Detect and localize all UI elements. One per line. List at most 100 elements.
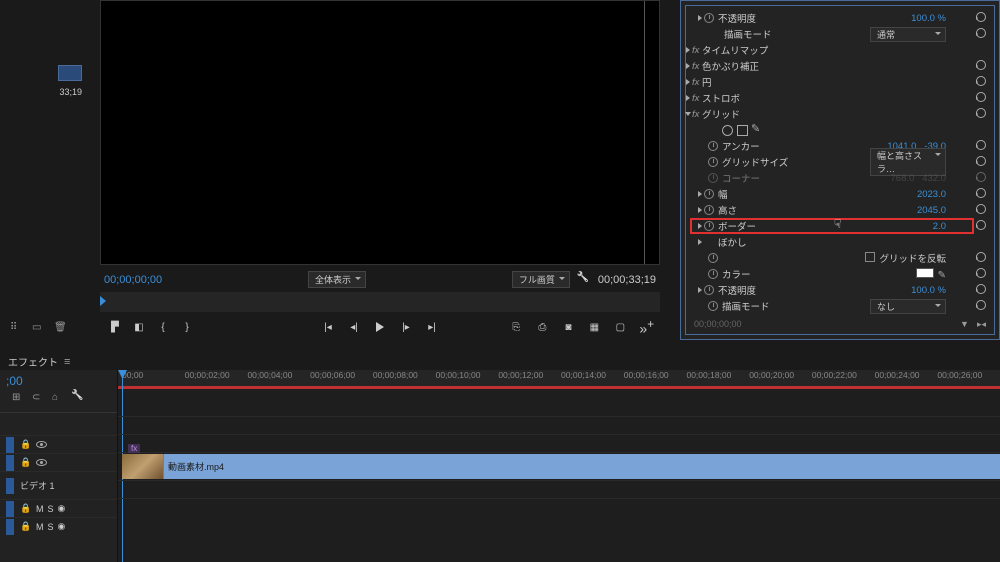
mark-in-icon[interactable]: ◧ bbox=[132, 320, 146, 334]
delete-icon[interactable]: 🗑 bbox=[54, 322, 68, 336]
width-value[interactable]: 2023.0 bbox=[917, 189, 946, 200]
playhead-marker-icon[interactable] bbox=[100, 296, 106, 306]
circle-effect[interactable]: 円 bbox=[702, 75, 712, 89]
project-toolbar: ⠿ ▭ 🗑 bbox=[0, 316, 78, 342]
track-target[interactable] bbox=[6, 501, 14, 517]
strobe-effect[interactable]: ストロボ bbox=[702, 91, 740, 105]
go-to-out-icon[interactable]: ▸| bbox=[425, 320, 439, 334]
track-lock-icon[interactable]: 🔒 bbox=[20, 439, 32, 451]
reset-icon[interactable] bbox=[976, 156, 986, 169]
voiceover-icon[interactable]: ◉ bbox=[58, 503, 66, 514]
timeline-settings-icon[interactable] bbox=[72, 392, 84, 404]
reset-icon[interactable] bbox=[976, 300, 986, 313]
track-target[interactable] bbox=[6, 437, 14, 453]
comparison-icon[interactable]: ▦ bbox=[587, 320, 601, 334]
mark-clip-icon[interactable]: } bbox=[180, 320, 194, 334]
grid-effect[interactable]: グリッド bbox=[702, 107, 740, 121]
extract-icon[interactable]: ⎙ bbox=[535, 320, 549, 334]
invert-checkbox[interactable] bbox=[865, 252, 875, 262]
solo-button[interactable]: S bbox=[48, 504, 54, 514]
mute-button[interactable]: M bbox=[36, 522, 44, 532]
reset-icon[interactable] bbox=[976, 268, 986, 281]
linked-selection-icon[interactable]: ⊂ bbox=[32, 392, 44, 404]
eyedropper-icon[interactable]: ✎ bbox=[938, 270, 946, 281]
filter-icon[interactable]: ▼ bbox=[960, 319, 969, 330]
corner-label: コーナー bbox=[722, 171, 760, 185]
timeline-timecode[interactable]: ;00 bbox=[6, 374, 111, 388]
button-editor-icon[interactable]: »+ bbox=[639, 318, 654, 337]
reset-icon[interactable] bbox=[976, 140, 986, 153]
blur-label[interactable]: ぼかし bbox=[718, 235, 747, 249]
program-monitor: 00;00;00;00 全体表示 フル画質 00;00;33;19 ▛ ◧ { … bbox=[100, 0, 660, 340]
height-value[interactable]: 2045.0 bbox=[917, 205, 946, 216]
reset-icon[interactable] bbox=[976, 188, 986, 201]
reset-icon[interactable] bbox=[976, 204, 986, 217]
reset-icon[interactable] bbox=[976, 28, 986, 41]
track-visibility-icon[interactable] bbox=[36, 459, 47, 466]
step-forward-icon[interactable]: |▸ bbox=[399, 320, 413, 334]
track-lock-icon[interactable]: 🔒 bbox=[20, 457, 32, 469]
track-target[interactable] bbox=[6, 478, 14, 494]
reset-icon[interactable] bbox=[976, 92, 986, 105]
grid-blend-label: 描画モード bbox=[722, 299, 770, 313]
fx-timeline-timecode[interactable]: 00;00;00;00 bbox=[694, 319, 742, 330]
reset-icon[interactable] bbox=[976, 172, 986, 185]
reset-icon[interactable] bbox=[976, 108, 986, 121]
reset-icon[interactable] bbox=[976, 76, 986, 89]
invert-label: グリッドを反転 bbox=[879, 254, 946, 265]
new-bin-icon[interactable]: ▭ bbox=[32, 322, 46, 336]
rect-mask-icon[interactable] bbox=[737, 125, 748, 136]
track-lock-icon[interactable]: 🔒 bbox=[20, 503, 32, 515]
program-timecode-current[interactable]: 00;00;00;00 bbox=[104, 274, 162, 286]
grid-blend-select[interactable]: なし bbox=[870, 299, 946, 314]
viewer-safe-margin bbox=[644, 1, 645, 264]
solo-button[interactable]: S bbox=[48, 522, 54, 532]
step-back-icon[interactable]: ◂| bbox=[347, 320, 361, 334]
play-icon[interactable] bbox=[373, 320, 387, 334]
time-remap-effect[interactable]: タイムリマップ bbox=[702, 43, 768, 57]
mark-out-icon[interactable]: { bbox=[156, 320, 170, 334]
clip-name-label: 動画素材.mp4 bbox=[164, 460, 224, 473]
border-value[interactable]: 2.0 bbox=[933, 221, 946, 232]
zoom-level-select[interactable]: 全体表示 bbox=[308, 271, 366, 288]
video-clip[interactable]: fx 動画素材.mp4 bbox=[122, 454, 1000, 479]
safe-margin-icon[interactable]: ▢ bbox=[613, 320, 627, 334]
voiceover-icon[interactable]: ◉ bbox=[58, 521, 66, 532]
blend-mode-select[interactable]: 通常 bbox=[870, 27, 946, 42]
track-target[interactable] bbox=[6, 519, 14, 535]
mute-button[interactable]: M bbox=[36, 504, 44, 514]
go-to-in-icon[interactable]: |◂ bbox=[321, 320, 335, 334]
settings-icon[interactable] bbox=[578, 274, 590, 286]
add-marker-icon[interactable]: ▛ bbox=[108, 320, 122, 334]
panel-menu-icon[interactable]: ≡ bbox=[64, 356, 70, 368]
track-visibility-icon[interactable] bbox=[36, 441, 47, 448]
grid-opacity-label: 不透明度 bbox=[718, 283, 756, 297]
pen-mask-icon[interactable] bbox=[752, 125, 763, 136]
transport-controls: ▛ ◧ { } |◂ ◂| |▸ ▸| ⎘ ⎙ ◙ ▦ ▢ »+ bbox=[100, 320, 660, 334]
ellipse-mask-icon[interactable] bbox=[722, 125, 733, 136]
grid-opacity-value[interactable]: 100.0 % bbox=[911, 285, 946, 296]
color-cast-effect[interactable]: 色かぶり補正 bbox=[702, 59, 759, 73]
reset-icon[interactable] bbox=[976, 60, 986, 73]
track-lock-icon[interactable]: 🔒 bbox=[20, 521, 32, 533]
list-view-icon[interactable]: ⠿ bbox=[10, 322, 24, 336]
color-swatch[interactable] bbox=[916, 268, 934, 278]
reset-icon[interactable] bbox=[976, 12, 986, 25]
reset-icon[interactable] bbox=[976, 284, 986, 297]
track-target[interactable] bbox=[6, 455, 14, 471]
lift-icon[interactable]: ⎘ bbox=[509, 320, 523, 334]
reset-icon[interactable] bbox=[976, 220, 986, 233]
opacity-value[interactable]: 100.0 % bbox=[911, 13, 946, 24]
time-ruler[interactable]: 00;0000;00;02;0000;00;04;0000;00;06;0000… bbox=[118, 370, 1000, 386]
resolution-select[interactable]: フル画質 bbox=[512, 271, 570, 288]
corner-value: 768.0 432.0 bbox=[891, 173, 946, 184]
marker-tool-icon[interactable]: ⌂ bbox=[52, 392, 64, 404]
program-scrubber[interactable] bbox=[100, 292, 660, 312]
program-viewer[interactable] bbox=[100, 0, 660, 265]
reset-icon[interactable] bbox=[976, 252, 986, 265]
snap-icon[interactable]: ⊞ bbox=[12, 392, 24, 404]
source-thumbnail[interactable] bbox=[58, 65, 82, 81]
pin-icon[interactable]: ▸◂ bbox=[977, 319, 986, 330]
export-frame-icon[interactable]: ◙ bbox=[561, 320, 575, 334]
timeline-tracks[interactable]: 00;0000;00;02;0000;00;04;0000;00;06;0000… bbox=[118, 370, 1000, 562]
